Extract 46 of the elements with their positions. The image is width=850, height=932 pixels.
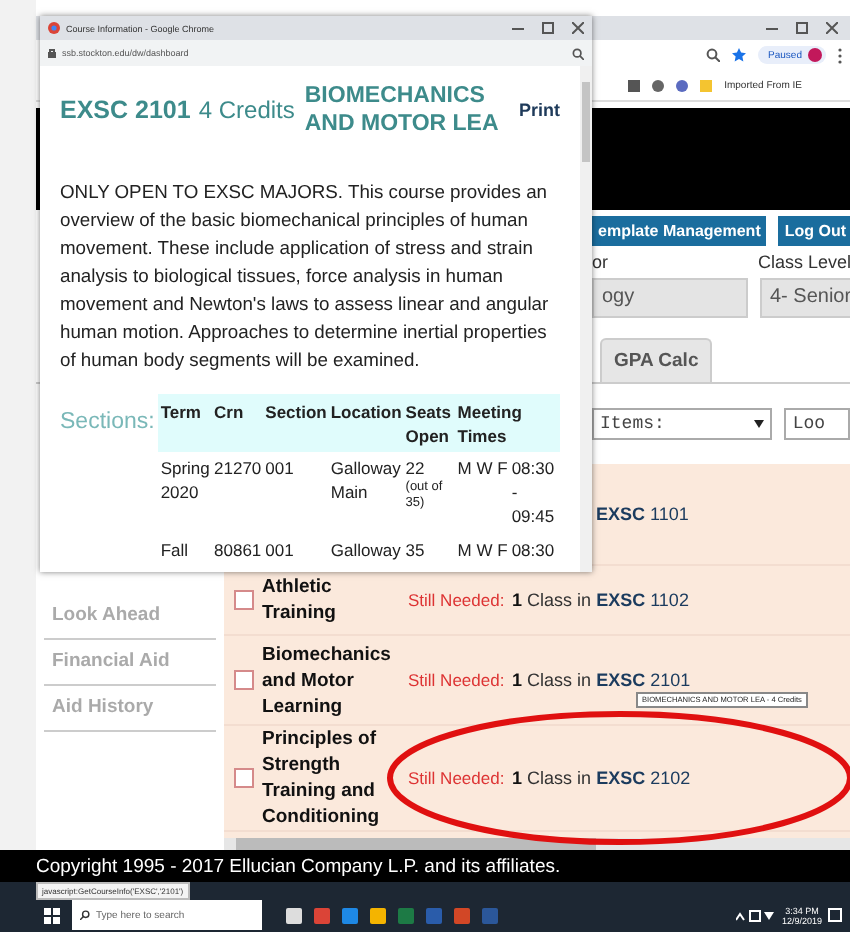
table-cell-text: Fall — [158, 538, 191, 564]
header-button[interactable]: emplate Management — [592, 216, 767, 246]
course-title: BIOMECHANICS AND MOTOR LEA — [304, 82, 501, 138]
course-description: ONLY OPEN TO EXSC MAJORS. This course provides an overview of the basic biomechanical principles of human movement. These include application of stress and strain analysis to biological tissues, force analysis in human movement and Newton's laws to assess linear and angular human motion. Approaches to determine inertial properties of human body segments will be examined. — [60, 178, 551, 374]
table-cell: M W F — [455, 452, 510, 534]
input-field[interactable]: ogy — [592, 278, 748, 318]
items-dropdown[interactable]: Items: — [592, 408, 773, 440]
status-text: Still Needed: — [408, 590, 507, 610]
table-cell: 22 — [405, 458, 425, 478]
table-cell: 35 — [405, 540, 425, 560]
field-label: or — [592, 252, 611, 276]
credits-text: 4 Credits — [198, 96, 295, 124]
status-text: Still Needed: — [408, 768, 507, 788]
field-label: Class Level — [758, 252, 850, 276]
table-cell: 21270 — [212, 452, 264, 534]
table-cell: 08:30 - 09:45 — [509, 452, 560, 534]
table-cell-text: 08:30 — [509, 538, 557, 564]
sections-label: Sections: — [60, 408, 155, 438]
course-name: Principles of Strength Training and Conditioning — [262, 726, 382, 830]
tab[interactable]: GPA Calc — [600, 338, 713, 382]
column-header: Term — [158, 394, 213, 452]
column-header: Crn — [212, 394, 264, 452]
requirement-text: EXSC 1101 — [596, 504, 689, 524]
requirement-text: 1 Class in EXSC 1102 — [512, 590, 689, 610]
input-field[interactable]: Loo — [784, 408, 850, 440]
input-field[interactable]: 4- Senior — [760, 278, 850, 318]
column-header: Section — [263, 394, 329, 452]
table-cell-text: 001 — [263, 538, 296, 564]
course-name: Biomechanics and Motor Learning — [262, 641, 393, 719]
copyright-text: Copyright 1995 - 2017 Ellucian Company L.P. and its affiliates. — [36, 855, 561, 877]
course-name: Athletic Training — [262, 574, 338, 626]
table-cell-text: 80861 — [212, 538, 264, 564]
column-header: Meeting Times — [455, 394, 560, 452]
table-cell-text: Galloway — [328, 538, 403, 564]
status-text: Still Needed: — [408, 670, 507, 690]
column-header: Location — [328, 394, 404, 452]
column-header: Seats Open — [403, 394, 456, 452]
table-cell: Spring 2020 — [158, 452, 213, 534]
table-cell: Galloway Main — [328, 452, 404, 534]
requirement-text: 1 Class in EXSC 2102 — [512, 768, 691, 788]
header-button[interactable]: Log Out — [778, 216, 850, 246]
requirement-text: 1 Class in EXSC 2101 — [512, 670, 691, 690]
course-code: EXSC 2101 — [60, 96, 191, 124]
table-cell-text: M W F — [455, 538, 510, 564]
print-link[interactable]: Print — [518, 100, 560, 120]
table-cell: 001 — [263, 452, 329, 534]
